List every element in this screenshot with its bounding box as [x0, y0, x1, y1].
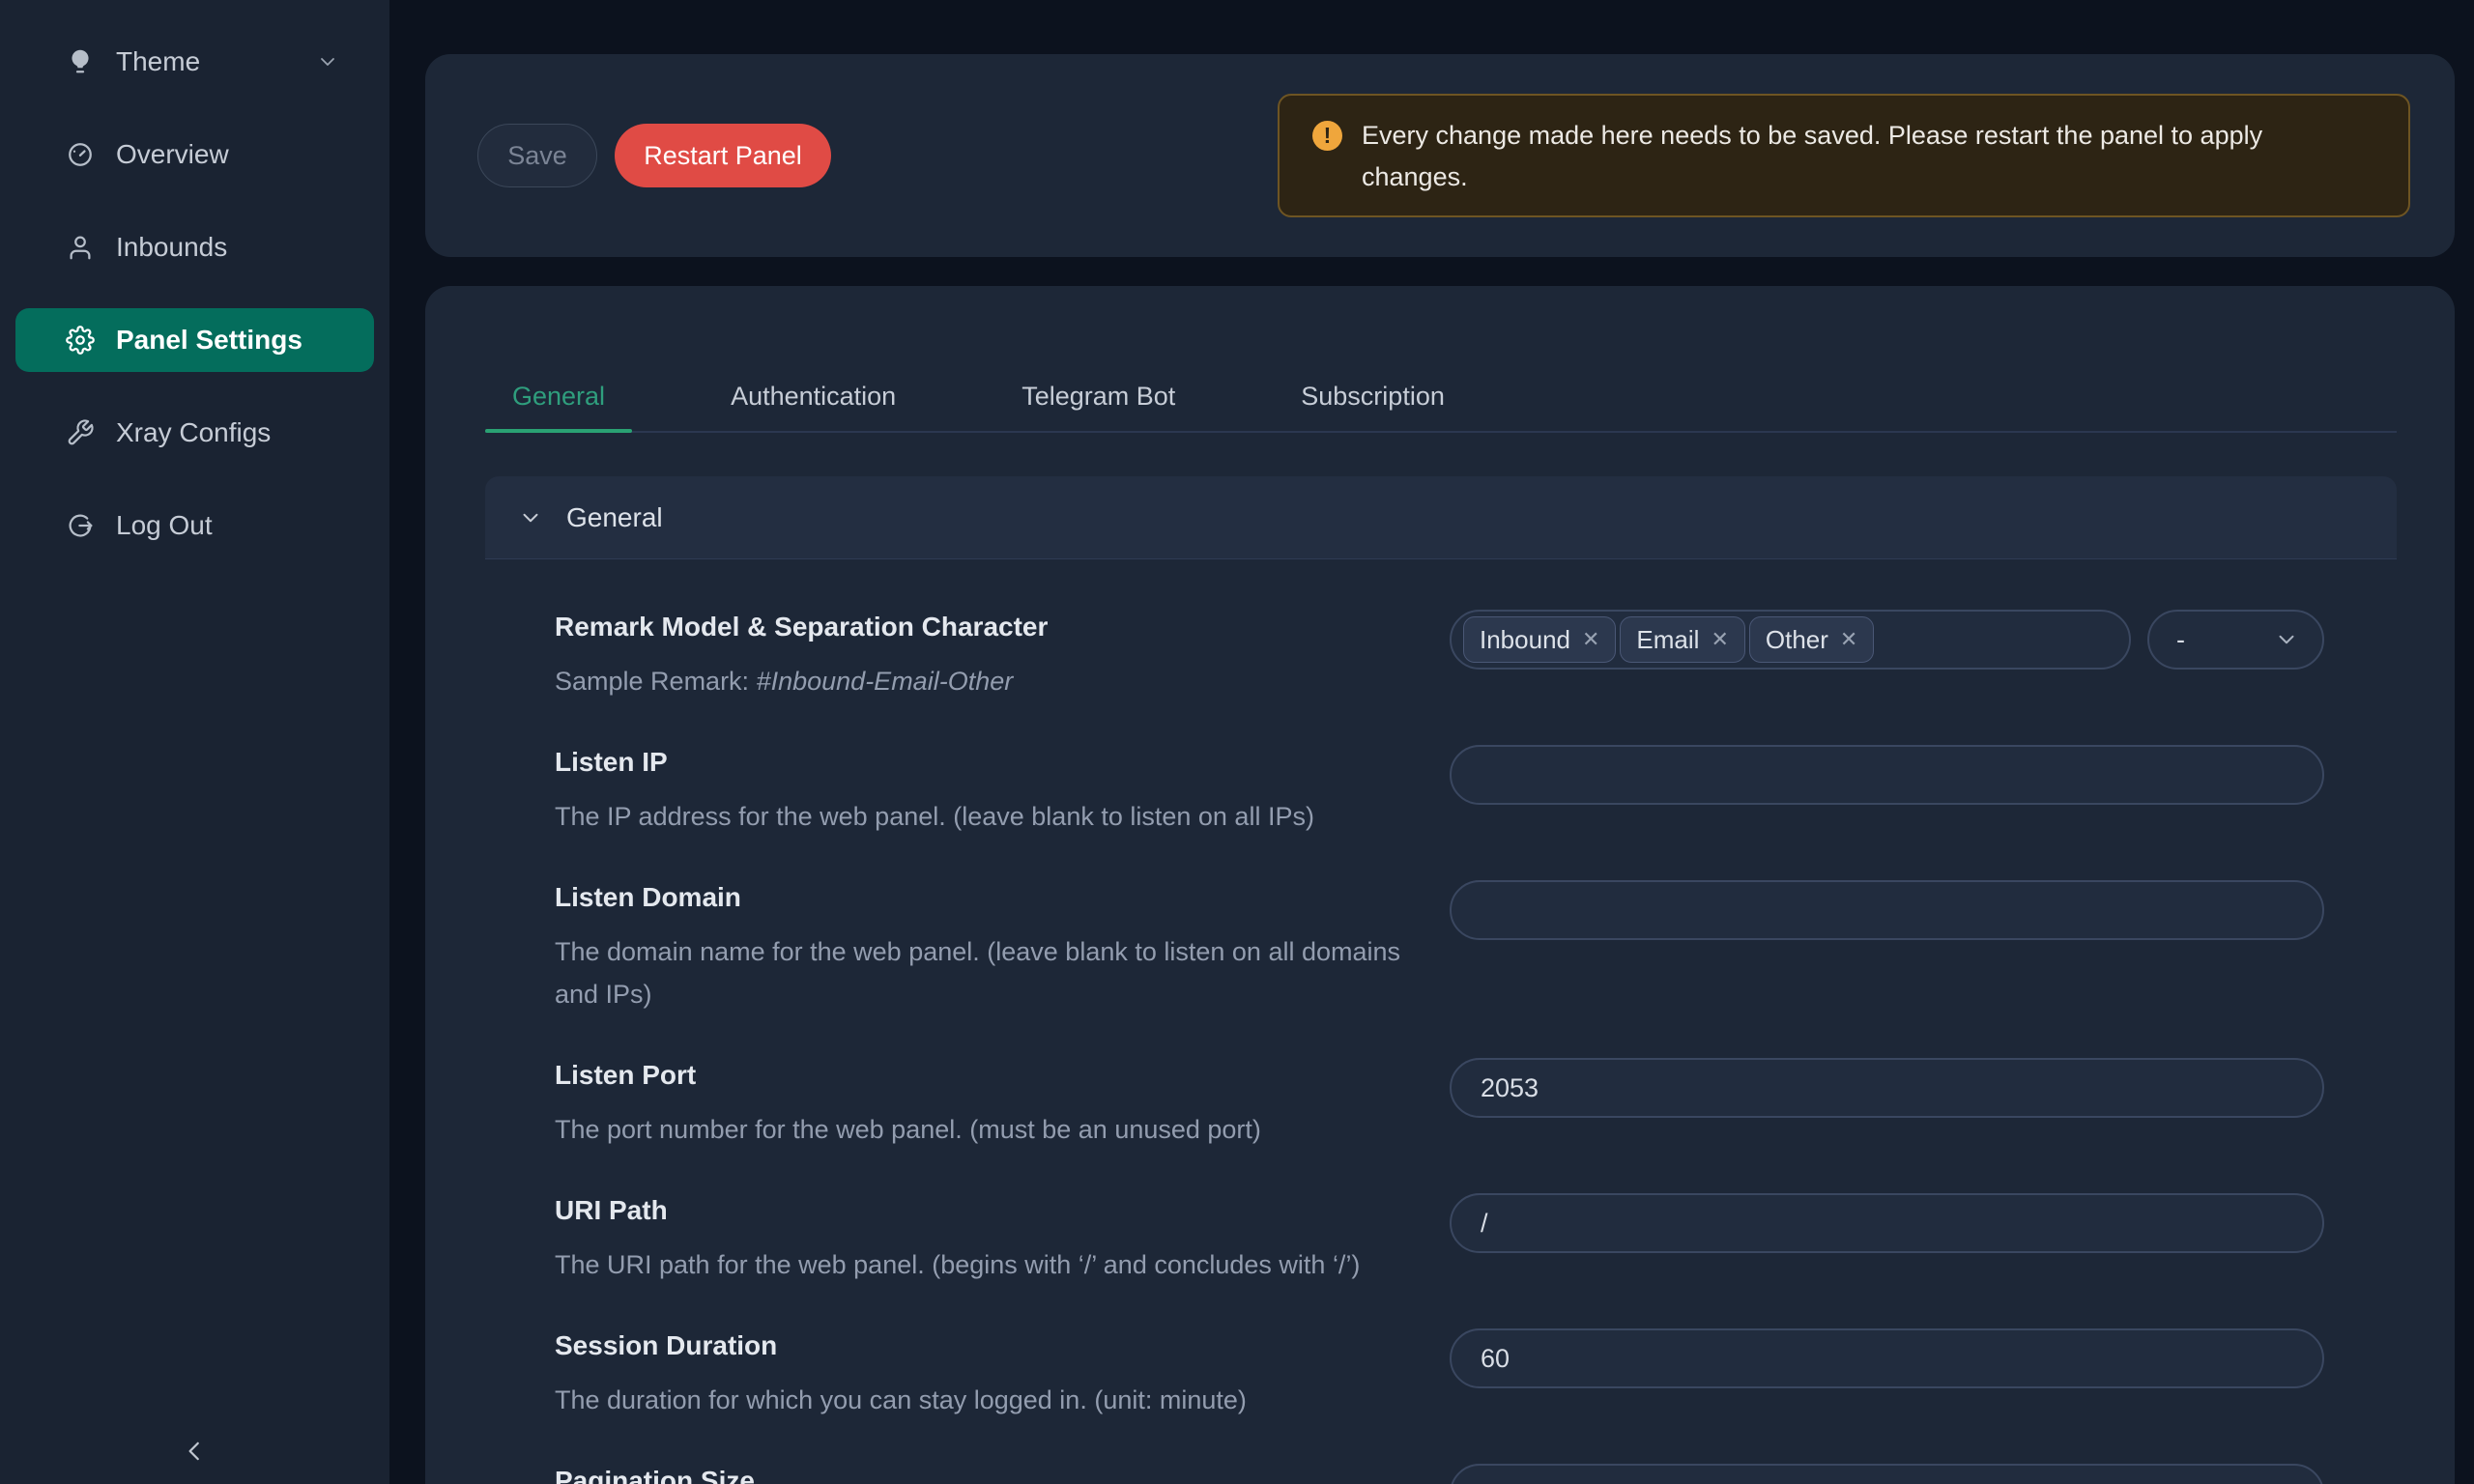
sidebar-item-overview[interactable]: Overview	[15, 123, 374, 186]
tab-telegram-bot[interactable]: Telegram Bot	[994, 361, 1202, 431]
field-label: Session Duration	[555, 1328, 1439, 1363]
sidebar-item-theme[interactable]: Theme	[15, 30, 374, 94]
gear-icon	[66, 326, 95, 355]
gauge-icon	[66, 140, 95, 169]
field-description: The port number for the web panel. (must…	[555, 1108, 1439, 1151]
chevron-down-icon	[2274, 627, 2299, 652]
field-label: Listen IP	[555, 745, 1439, 780]
row-listen-domain: Listen Domain The domain name for the we…	[485, 880, 2397, 1015]
sidebar-item-label: Log Out	[116, 510, 213, 541]
user-icon	[66, 233, 95, 262]
row-uri-path: URI Path The URI path for the web panel.…	[485, 1193, 2397, 1286]
section-title: General	[566, 502, 663, 533]
restart-panel-button[interactable]: Restart Panel	[615, 124, 831, 187]
sidebar-item-label: Overview	[116, 139, 229, 170]
field-label: Pagination Size	[555, 1464, 1439, 1484]
row-listen-ip: Listen IP The IP address for the web pan…	[485, 745, 2397, 838]
settings-tabs: General Authentication Telegram Bot Subscri…	[485, 361, 2397, 433]
sidebar-item-log-out[interactable]: Log Out	[15, 494, 374, 557]
field-description: Sample Remark: #Inbound-Email-Other	[555, 660, 1439, 702]
listen-domain-input[interactable]	[1450, 880, 2324, 940]
tag-chip-label: Inbound	[1480, 625, 1570, 655]
chevron-down-icon	[518, 505, 543, 530]
tab-authentication[interactable]: Authentication	[704, 361, 923, 431]
sidebar: Theme Overview Inbounds Panel Settings X…	[0, 0, 389, 1484]
session-duration-input[interactable]	[1450, 1328, 2324, 1388]
tag-chip-label: Email	[1636, 625, 1699, 655]
restart-warning-alert: ! Every change made here needs to be sav…	[1278, 94, 2410, 217]
logout-icon	[66, 511, 95, 540]
pagination-size-input[interactable]	[1450, 1464, 2324, 1484]
toolbar-card: Save Restart Panel ! Every change made h…	[425, 54, 2455, 257]
tab-subscription[interactable]: Subscription	[1274, 361, 1472, 431]
sidebar-item-label: Theme	[116, 46, 200, 77]
remove-tag-icon[interactable]: ✕	[1840, 627, 1857, 652]
sidebar-item-inbounds[interactable]: Inbounds	[15, 215, 374, 279]
row-pagination-size: Pagination Size	[485, 1464, 2397, 1484]
listen-port-input[interactable]	[1450, 1058, 2324, 1118]
general-section: General Remark Model & Separation Charac…	[485, 476, 2397, 1484]
general-section-body: Remark Model & Separation Character Samp…	[485, 559, 2397, 1484]
sidebar-item-label: Inbounds	[116, 232, 227, 263]
sidebar-collapse-button[interactable]	[177, 1434, 212, 1469]
tab-general[interactable]: General	[485, 361, 632, 431]
uri-path-input[interactable]	[1450, 1193, 2324, 1253]
general-section-header[interactable]: General	[485, 476, 2397, 559]
chevron-down-icon	[316, 50, 339, 73]
listen-ip-input[interactable]	[1450, 745, 2324, 805]
sidebar-nav: Theme Overview Inbounds Panel Settings X…	[0, 0, 389, 557]
field-label: Listen Domain	[555, 880, 1439, 915]
remark-model-tags-input[interactable]: Inbound ✕ Email ✕ Other ✕	[1450, 610, 2131, 670]
separator-select[interactable]: -	[2147, 610, 2324, 670]
warning-icon: !	[1312, 121, 1342, 151]
settings-card: General Authentication Telegram Bot Subscri…	[425, 286, 2455, 1484]
remove-tag-icon[interactable]: ✕	[1711, 627, 1728, 652]
field-label: URI Path	[555, 1193, 1439, 1228]
sidebar-item-panel-settings[interactable]: Panel Settings	[15, 308, 374, 372]
separator-select-value: -	[2176, 625, 2185, 655]
tag-chip-label: Other	[1766, 625, 1828, 655]
field-label: Remark Model & Separation Character	[555, 610, 1439, 644]
tag-chip-email: Email ✕	[1620, 616, 1744, 663]
field-description: The duration for which you can stay logg…	[555, 1379, 1439, 1421]
sample-remark-value: #Inbound-Email-Other	[757, 667, 1014, 696]
row-session-duration: Session Duration The duration for which …	[485, 1328, 2397, 1421]
tag-chip-inbound: Inbound ✕	[1463, 616, 1616, 663]
remove-tag-icon[interactable]: ✕	[1582, 627, 1599, 652]
tag-chip-other: Other ✕	[1749, 616, 1874, 663]
warning-text: Every change made here needs to be saved…	[1362, 115, 2347, 198]
field-label: Listen Port	[555, 1058, 1439, 1093]
sidebar-item-label: Xray Configs	[116, 417, 271, 448]
sidebar-item-xray-configs[interactable]: Xray Configs	[15, 401, 374, 465]
save-button[interactable]: Save	[477, 124, 597, 187]
lightbulb-icon	[66, 47, 95, 76]
field-description: The URI path for the web panel. (begins …	[555, 1243, 1439, 1286]
row-listen-port: Listen Port The port number for the web …	[485, 1058, 2397, 1151]
sidebar-item-label: Panel Settings	[116, 325, 302, 356]
field-description: The IP address for the web panel. (leave…	[555, 795, 1439, 838]
wrench-icon	[66, 418, 95, 447]
field-description: The domain name for the web panel. (leav…	[555, 930, 1439, 1015]
row-remark-model: Remark Model & Separation Character Samp…	[485, 610, 2397, 702]
